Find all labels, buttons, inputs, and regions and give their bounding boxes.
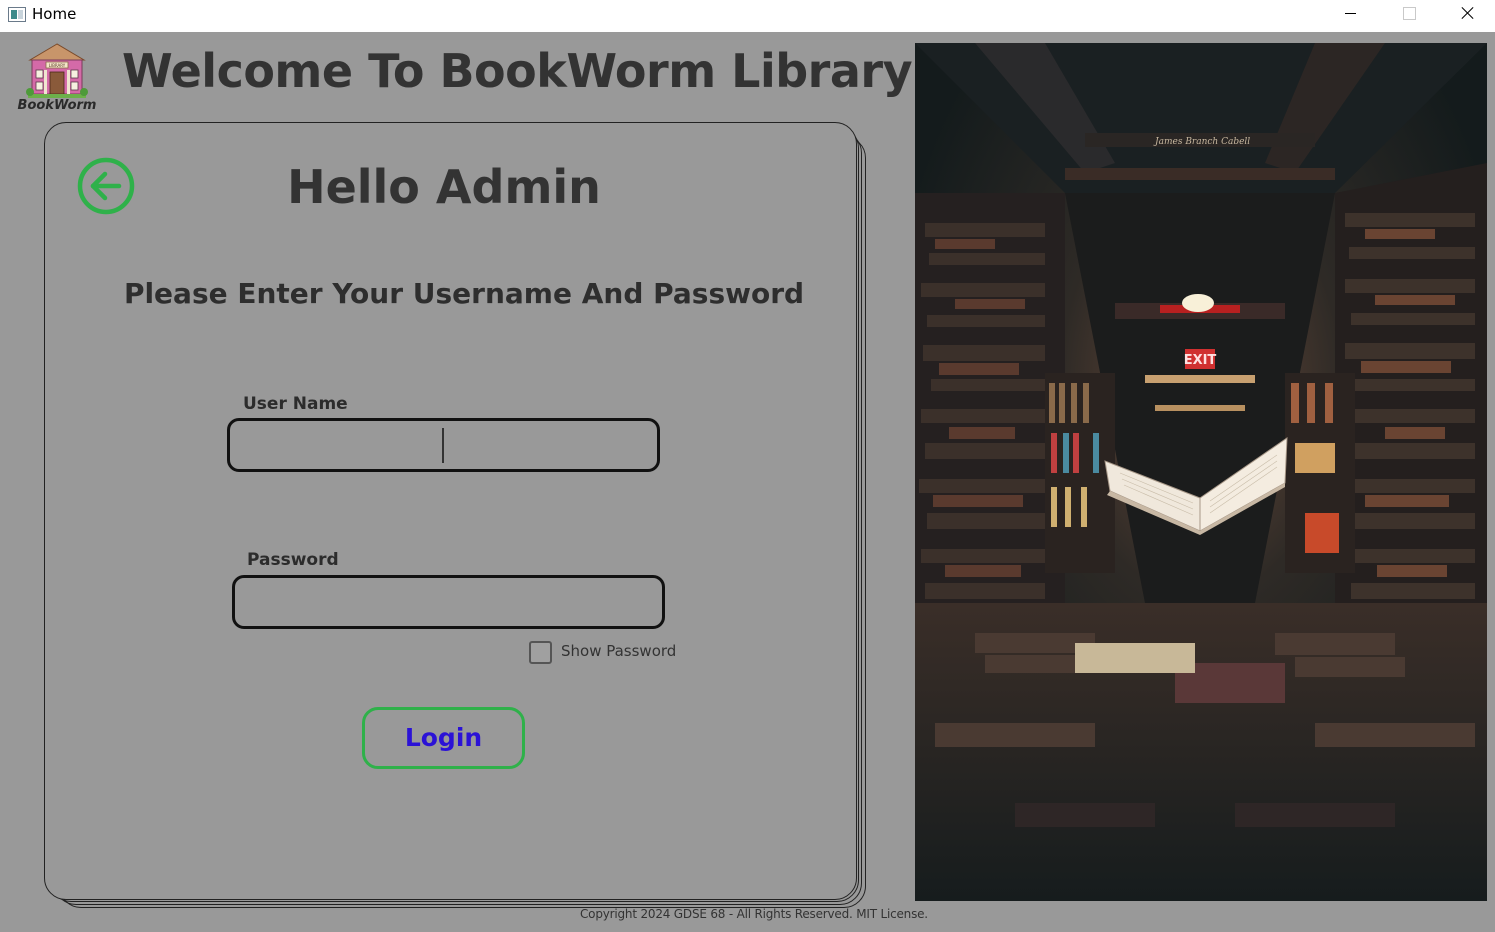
bookworm-logo: LIBRARY BookWorm [14,40,100,118]
library-photo-illustration: James Branch Cabell EXIT [915,43,1487,901]
password-input[interactable] [232,575,665,629]
library-photo: James Branch Cabell EXIT [915,43,1487,901]
maximize-button[interactable] [1386,0,1432,32]
book-spine-text: James Branch Cabell [1153,137,1250,147]
card-instruction: Please Enter Your Username And Password [123,277,805,310]
close-button[interactable] [1445,0,1491,32]
password-label: Password [247,550,339,570]
text-caret [442,428,444,463]
show-password-checkbox[interactable] [529,641,552,664]
exit-sign-text: EXIT [1184,353,1217,368]
window-titlebar: Home [0,0,1495,32]
login-button[interactable]: Login [362,707,525,769]
library-building-icon: LIBRARY [26,43,88,98]
logo-text: BookWorm [17,98,97,113]
show-password-label[interactable]: Show Password [561,642,676,660]
minimize-button[interactable] [1328,0,1374,32]
card-heading: Hello Admin [287,160,601,214]
page-title: Welcome To BookWorm Library [122,44,913,98]
logo-sign-text: LIBRARY [49,63,66,68]
window-app-icon [8,7,26,22]
copyright-text: Copyright 2024 GDSE 68 - All Rights Rese… [580,907,928,921]
login-card [44,122,857,900]
username-label: User Name [243,394,348,414]
window-title: Home [32,5,77,23]
